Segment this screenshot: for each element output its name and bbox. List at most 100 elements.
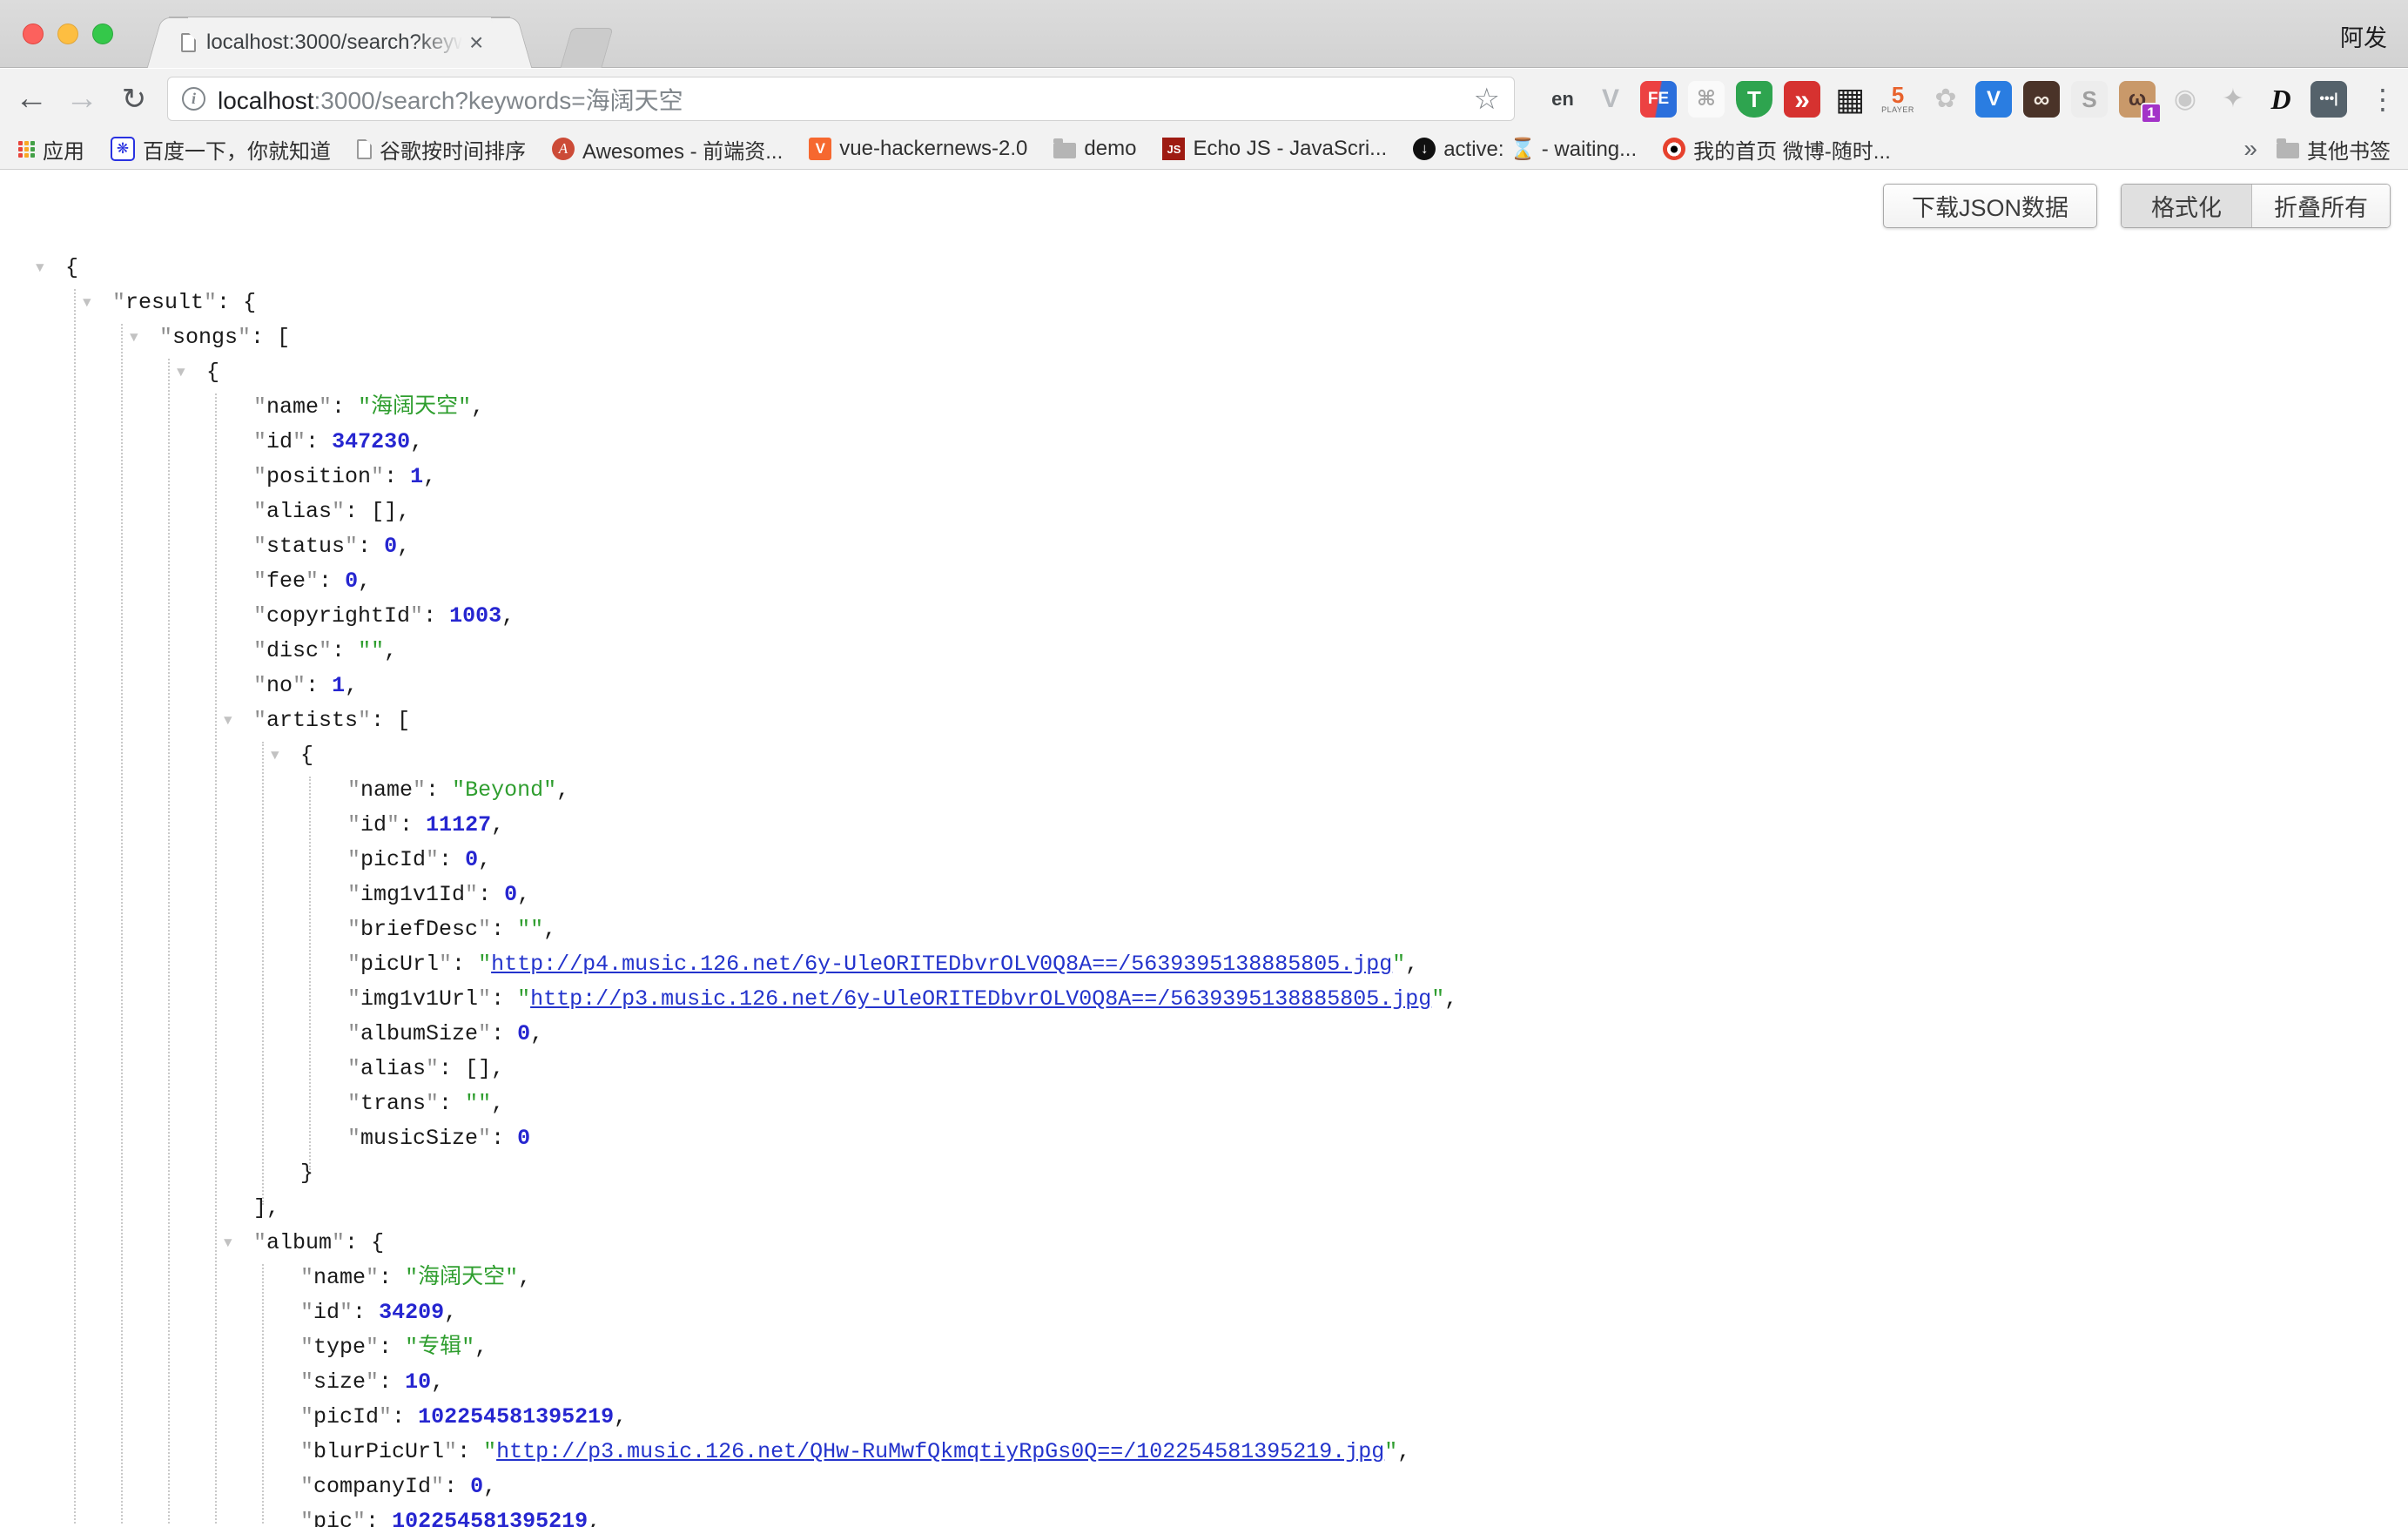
bookmarks-overflow-chevron[interactable]: » [2243,135,2257,163]
page-info-icon[interactable]: i [182,87,205,111]
bookmark-item-7[interactable]: ↓active: ⌛ - waiting... [1413,137,1637,162]
maximize-window-button[interactable] [92,24,113,44]
tab-close-icon[interactable]: × [469,30,483,55]
format-button[interactable]: 格式化 [2122,185,2252,227]
bookmark-item-6[interactable]: JS Echo JS - JavaScri... [1162,137,1387,161]
json-row-31: "type": "专辑", [0,1330,2408,1365]
vue-devtools-icon[interactable]: V [1592,81,1629,118]
onepassword-extension-icon[interactable]: •••| [2310,81,2347,118]
tree-guide-line [215,394,217,1524]
tampermonkey-shield-icon[interactable]: T [1736,81,1772,118]
json-row-14: ▼{ [0,738,2408,773]
s-extension-icon[interactable]: S [2071,81,2108,118]
json-row-19: "briefDesc": "", [0,912,2408,947]
echojs-favicon: JS [1162,138,1185,160]
collapse-arrow-icon[interactable]: ▼ [130,320,138,355]
qrcode-extension-icon[interactable]: ▦ [1832,81,1868,118]
collapse-arrow-icon[interactable]: ▼ [224,1226,232,1261]
baidu-favicon: ❋ [111,137,135,161]
json-link-blurPicUrl[interactable]: http://p3.music.126.net/QHw-RuMwfQkmqtiy… [496,1439,1384,1464]
bookmark-label: demo [1084,137,1136,161]
json-row-18: "img1v1Id": 0, [0,878,2408,912]
json-row-28: ▼"album": { [0,1226,2408,1261]
bookmark-star-icon[interactable]: ☆ [1474,82,1500,117]
format-collapse-toggle: 格式化 折叠所有 [2121,184,2391,228]
collapse-arrow-icon[interactable]: ▼ [83,286,91,320]
html5-player-icon[interactable]: 5PLAYER [1880,81,1916,118]
json-row-23: "alias": [], [0,1052,2408,1086]
browser-toolbar: ← → ↻ i localhost:3000/search?keywords=海… [0,69,2408,129]
json-tree: ▼{▼"result": {▼"songs": [▼{"name": "海阔天空… [0,251,2408,1527]
json-row-8: "status": 0, [0,529,2408,564]
bookmark-label: Echo JS - JavaScri... [1193,137,1387,161]
tree-guide-line [262,1264,264,1524]
paw-extension-icon[interactable]: ✿ [1927,81,1964,118]
back-button[interactable]: ← [9,69,54,129]
json-row-35: "companyId": 0, [0,1470,2408,1504]
download-json-button[interactable]: 下载JSON数据 [1883,184,2097,228]
close-window-button[interactable] [23,24,44,44]
json-row-2: ▼"songs": [ [0,320,2408,355]
dash-extension-icon[interactable]: D [2263,81,2299,118]
weibo-favicon [1663,138,1685,160]
apps-grid-icon [17,140,35,158]
bookmark-item-1[interactable]: ❋ 百度一下，你就知道 [111,134,331,165]
json-row-24: "trans": "", [0,1086,2408,1121]
bookmark-label: 谷歌按时间排序 [380,134,526,165]
bookmark-item-8[interactable]: 我的首页 微博-随时... [1663,134,1891,165]
video-speed-icon[interactable]: » [1784,81,1820,118]
forward-button: → [59,69,104,129]
bookmark-item-2[interactable]: 谷歌按时间排序 [357,134,526,165]
bookmark-item-0[interactable]: 应用 [17,134,84,165]
minimize-window-button[interactable] [57,24,78,44]
json-row-22: "albumSize": 0, [0,1017,2408,1052]
url-text[interactable]: localhost:3000/search?keywords=海阔天空 [218,82,683,117]
tree-guide-line [309,777,311,1170]
tab-localhost[interactable]: localhost:3000/search?keywor × [169,17,510,68]
bookmark-item-4[interactable]: Vvue-hackernews-2.0 [809,137,1027,161]
json-row-11: "disc": "", [0,634,2408,669]
collapse-all-button[interactable]: 折叠所有 [2252,185,2390,227]
json-row-3: ▼{ [0,355,2408,390]
extension-badge: 1 [2141,103,2162,124]
json-row-29: "name": "海阔天空", [0,1261,2408,1295]
json-row-27: ], [0,1191,2408,1226]
browser-menu-icon[interactable]: ⋮ [2366,69,2401,129]
collapse-arrow-icon[interactable]: ▼ [36,251,44,286]
json-row-4: "name": "海阔天空", [0,390,2408,425]
translate-extension-icon[interactable]: en [1544,81,1581,118]
folder-icon [2277,143,2299,158]
mask-extension-icon[interactable]: ∞ [2023,81,2060,118]
profile-name[interactable]: 阿发 [2340,19,2387,53]
bookmark-label: 百度一下，你就知道 [143,134,331,165]
browser-window: localhost:3000/search?keywor × 阿发 ← → ↻ … [0,0,2408,1527]
active-favicon: ↓ [1413,138,1436,160]
hummingbird-extension-icon[interactable]: ✦ [2215,81,2251,118]
new-tab-button[interactable] [560,28,613,68]
tab-title-fade [415,30,467,55]
json-row-16: "id": 11127, [0,808,2408,843]
collapse-arrow-icon[interactable]: ▼ [224,703,232,738]
reload-button[interactable]: ↻ [111,69,157,129]
bookmark-item-3[interactable]: AAwesomes - 前端资... [552,134,783,165]
other-bookmarks[interactable]: 其他书签 [2277,134,2391,165]
collapse-arrow-icon[interactable]: ▼ [271,738,279,773]
weibo-extension-icon[interactable]: ◉ [2167,81,2203,118]
tree-guide-line [168,359,170,1524]
vimium-extension-icon[interactable]: V [1975,81,2012,118]
bookmark-label: 我的首页 微博-随时... [1693,134,1891,165]
sitemap-extension-icon[interactable]: ⌘ [1688,81,1725,118]
bookmark-item-5[interactable]: demo [1053,137,1136,161]
json-link-img1v1Url[interactable]: http://p3.music.126.net/6y-UleORITEDbvrO… [530,986,1431,1012]
extensions-row: en V FE ⌘ T » ▦ 5PLAYER ✿ V ∞ Sω1 ◉ ✦ D •••| [1544,69,2347,129]
json-row-20: "picUrl": "http://p4.music.126.net/6y-Ul… [0,947,2408,982]
collapse-arrow-icon[interactable]: ▼ [177,355,185,390]
monkey-extension-icon[interactable]: ω1 [2119,81,2156,118]
tree-guide-line [74,289,76,1524]
tab-favicon-document-icon [181,33,196,52]
fe-helper-icon[interactable]: FE [1640,81,1677,118]
json-row-15: "name": "Beyond", [0,773,2408,808]
address-bar[interactable]: i localhost:3000/search?keywords=海阔天空 ☆ [167,77,1515,121]
json-link-picUrl[interactable]: http://p4.music.126.net/6y-UleORITEDbvrO… [491,952,1392,977]
tree-guide-line [121,324,123,1524]
